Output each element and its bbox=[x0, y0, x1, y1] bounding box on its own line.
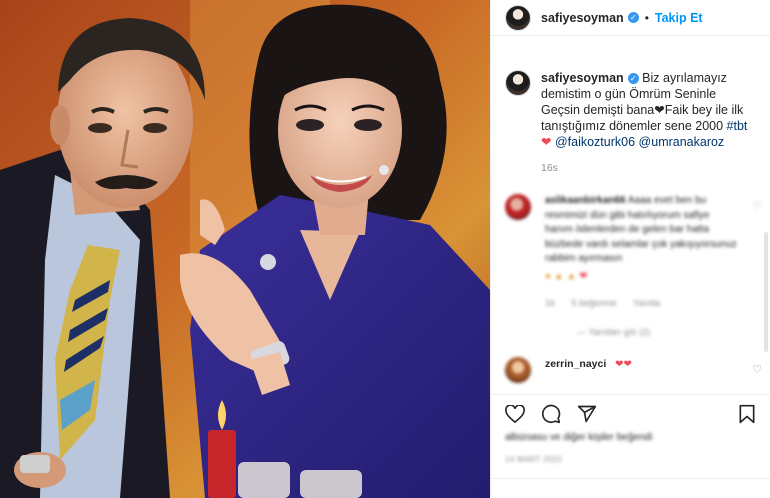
comment-meta: 1b 5 beğenme Yanıtla bbox=[545, 296, 737, 311]
verified-badge-icon: ✓ bbox=[627, 12, 639, 23]
caption-avatar[interactable] bbox=[505, 70, 531, 96]
emoji-icon: ▲ bbox=[553, 270, 564, 282]
mention-link-2[interactable]: @umranakaroz bbox=[639, 135, 725, 149]
comment-time: 1b bbox=[545, 298, 556, 308]
post-date: 14 MART 2022 bbox=[505, 455, 563, 464]
follow-button[interactable]: Takip Et bbox=[655, 11, 703, 25]
post-side-panel: safiyesoyman ✓ • Takip Et safiyesoyman ✓ … bbox=[490, 0, 770, 498]
comment-item: aslikaanbirkan66 Aaaa evet ben bu resmim… bbox=[491, 194, 770, 311]
black-heart-icon: ❤ bbox=[654, 103, 665, 117]
post-photo-illustration bbox=[0, 0, 490, 498]
comment-likes[interactable]: 5 beğenme bbox=[572, 298, 617, 308]
caption-body: safiyesoyman ✓ Biz ayrılamayız demistim o… bbox=[541, 70, 751, 176]
hashtag-link[interactable]: #tbt bbox=[727, 119, 748, 133]
comment-avatar[interactable] bbox=[505, 356, 531, 383]
verified-badge-icon: ✓ bbox=[627, 73, 639, 85]
post-header: safiyesoyman ✓ • Takip Et bbox=[491, 0, 770, 36]
comments-scrollbar[interactable] bbox=[764, 232, 768, 352]
comment-body: aslikaanbirkan66 Aaaa evet ben bu resmim… bbox=[545, 194, 737, 311]
emoji-icon: ▲ bbox=[566, 270, 577, 282]
action-bar bbox=[491, 394, 770, 432]
comment-emojis: ● ▲ ▲ ❤ bbox=[545, 270, 737, 285]
comment-icon[interactable] bbox=[539, 402, 563, 426]
comment-body: zerrin_nayci ❤❤ bbox=[545, 357, 737, 383]
comment-reply-button[interactable]: Yanıtla bbox=[633, 298, 660, 308]
mention-link-1[interactable]: @faikozturk06 bbox=[555, 135, 635, 149]
separator-dot: • bbox=[644, 10, 649, 25]
author-username[interactable]: safiyesoyman bbox=[541, 11, 624, 25]
comment-item: zerrin_nayci ❤❤ ♡ bbox=[491, 356, 770, 383]
add-comment-area[interactable] bbox=[491, 478, 770, 498]
view-replies-link[interactable]: — Yanıtları gör (2) bbox=[491, 327, 770, 337]
comment-like-icon[interactable]: ♡ bbox=[752, 200, 762, 213]
heart-icon[interactable] bbox=[503, 402, 527, 426]
red-heart-icon: ❤❤ bbox=[615, 358, 632, 370]
emoji-icon: ● bbox=[545, 270, 552, 282]
likes-summary[interactable]: albizoasu ve diğer kişiler beğendi bbox=[505, 432, 652, 443]
red-heart-icon: ❤ bbox=[541, 135, 552, 149]
caption: safiyesoyman ✓ Biz ayrılamayız demistim o… bbox=[491, 36, 770, 176]
post-photo[interactable] bbox=[0, 0, 490, 498]
bookmark-icon[interactable] bbox=[735, 402, 759, 426]
author-avatar[interactable] bbox=[505, 4, 531, 31]
comment-avatar[interactable] bbox=[505, 194, 531, 220]
red-heart-icon: ❤ bbox=[579, 270, 588, 282]
post-time-ago: 16s bbox=[541, 162, 558, 174]
comment-username[interactable]: aslikaanbirkan66 bbox=[545, 195, 626, 206]
comment-username[interactable]: zerrin_nayci bbox=[545, 358, 606, 370]
share-icon[interactable] bbox=[575, 402, 599, 426]
caption-username[interactable]: safiyesoyman bbox=[541, 71, 624, 85]
comment-like-icon[interactable]: ♡ bbox=[752, 363, 762, 376]
